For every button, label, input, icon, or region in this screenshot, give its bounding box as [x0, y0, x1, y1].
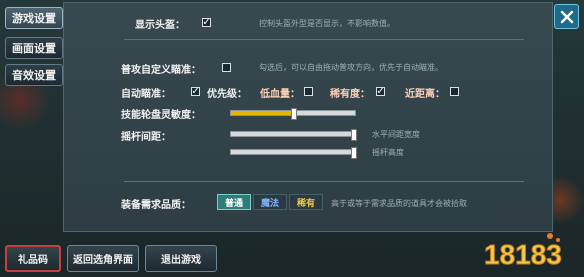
custom-aim-hint: 勾选后，可以自由拖动普攻方向，优先于自动瞄准。	[259, 63, 443, 72]
quality-option-magic[interactable]: 魔法	[253, 194, 287, 210]
joystick-horizontal-slider[interactable]	[230, 129, 357, 141]
svg-text:18183: 18183	[484, 239, 562, 270]
low-hp-label: 低血量：	[260, 89, 300, 100]
check-icon: ✓	[191, 86, 200, 97]
settings-panel: 显示头盔： ✓ 控制头盔外型是否显示，不影响数值。 普攻自定义瞄准： 勾选后，可…	[63, 2, 553, 232]
tab-graphics-settings[interactable]: 画面设置	[5, 37, 63, 59]
divider	[124, 39, 524, 40]
show-head-hint: 控制头盔外型是否显示，不影响数值。	[259, 19, 395, 28]
slider-handle[interactable]	[351, 129, 357, 141]
auto-aim-label: 自动瞄准：	[121, 89, 171, 100]
divider	[124, 181, 524, 182]
skill-sensitivity-label: 技能轮盘灵敏度：	[121, 110, 201, 121]
equip-quality-label: 装备需求品质：	[121, 200, 191, 211]
slider-fill	[231, 111, 293, 115]
check-icon: ✓	[376, 86, 385, 97]
joystick-vertical-slider[interactable]	[230, 147, 357, 159]
nearest-checkbox[interactable]	[450, 87, 459, 96]
joystick-vertical-hint: 摇杆高度	[372, 148, 404, 157]
equip-quality-hint: 高于或等于需求品质的道具才会被拾取	[331, 199, 467, 208]
auto-aim-checkbox[interactable]: ✓	[191, 86, 200, 97]
rarity-label: 稀有度：	[330, 89, 370, 100]
priority-label: 优先级：	[207, 89, 247, 100]
show-head-checkbox[interactable]: ✓	[202, 17, 211, 28]
slider-handle[interactable]	[291, 108, 297, 120]
site-logo-watermark: 18183	[480, 226, 576, 271]
close-icon	[560, 10, 573, 23]
close-button[interactable]	[554, 4, 579, 29]
gift-code-button[interactable]: 礼品码	[5, 245, 61, 272]
tab-game-settings[interactable]: 游戏设置	[5, 7, 63, 29]
rarity-checkbox[interactable]: ✓	[376, 86, 385, 97]
low-hp-checkbox[interactable]	[304, 87, 313, 96]
check-icon: ✓	[202, 17, 211, 28]
custom-aim-checkbox[interactable]	[222, 63, 231, 72]
nearest-label: 近距离：	[405, 89, 445, 100]
quality-option-rare[interactable]: 稀有	[289, 194, 323, 210]
back-to-select-button[interactable]: 返回选角界面	[67, 245, 139, 272]
exit-game-button[interactable]: 退出游戏	[145, 245, 217, 272]
tab-sound-settings[interactable]: 音效设置	[5, 64, 63, 86]
joystick-spacing-label: 摇杆间距：	[121, 132, 171, 143]
skill-sensitivity-slider[interactable]	[230, 108, 356, 120]
show-head-label: 显示头盔：	[135, 20, 185, 31]
joystick-horizontal-hint: 水平间距宽度	[372, 130, 420, 139]
quality-option-common[interactable]: 普通	[217, 194, 251, 210]
slider-handle[interactable]	[351, 147, 357, 159]
custom-aim-label: 普攻自定义瞄准：	[121, 65, 201, 76]
